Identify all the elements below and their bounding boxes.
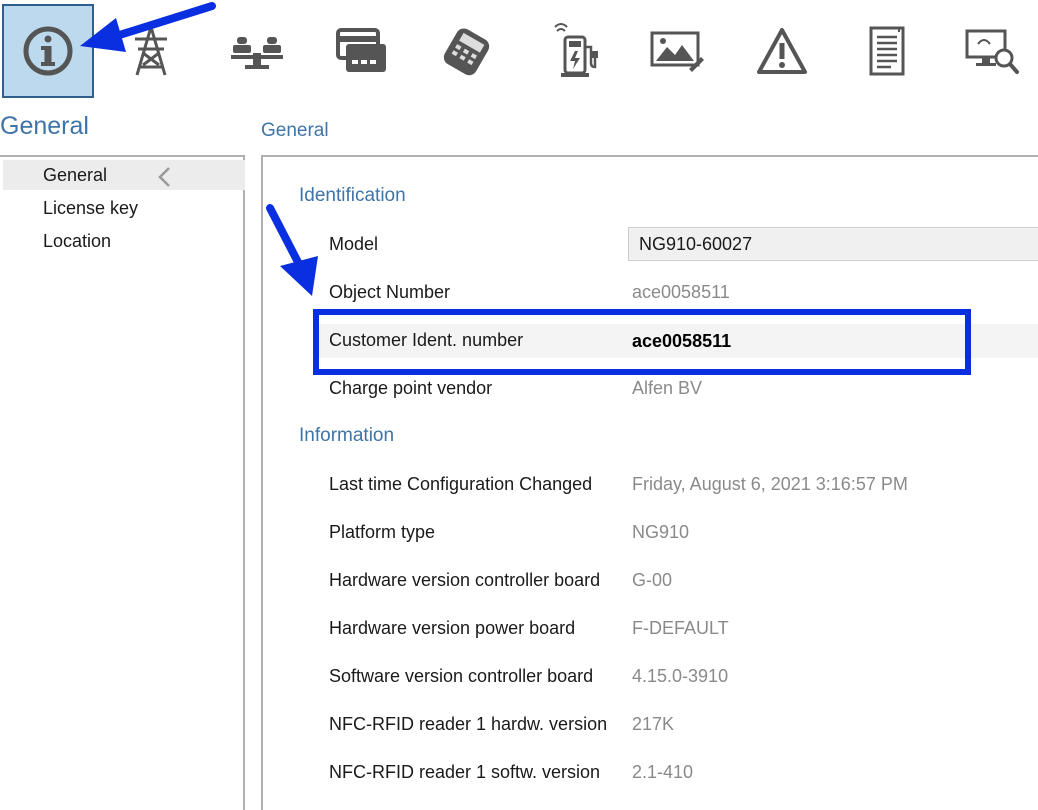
info-icon [23, 26, 73, 76]
model-field[interactable]: NG910-60027 [628, 227, 1038, 261]
annotation-highlight-box [313, 309, 971, 375]
sidebar-item-label: Location [43, 231, 112, 251]
section-title: General [0, 112, 89, 140]
toolbar-button-load-balancing[interactable] [211, 4, 303, 98]
chevron-left-icon [158, 167, 170, 187]
object-number-label: Object Number [329, 282, 451, 302]
image-edit-icon [650, 31, 704, 72]
model-label: Model [329, 234, 379, 254]
information-heading: Information [299, 425, 395, 446]
info-value: 2.1-410 [632, 762, 694, 782]
document-icon [869, 26, 905, 76]
toolbar-button-log[interactable] [841, 4, 933, 98]
toolbar-button-alerts[interactable] [736, 4, 828, 98]
sidebar-item-location[interactable]: Location [3, 226, 245, 256]
page-title: General [261, 120, 329, 141]
info-label: Hardware version controller board [329, 570, 601, 590]
info-label: NFC-RFID reader 1 softw. version [329, 762, 601, 782]
vendor-label: Charge point vendor [329, 378, 493, 398]
info-label: Platform type [329, 522, 436, 542]
sidebar-item-general[interactable]: General [3, 160, 245, 190]
toolbar-button-display[interactable] [631, 4, 723, 98]
toolbar-button-charging-station[interactable] [531, 4, 623, 98]
sidebar-item-label: General [43, 165, 108, 185]
sidebar-item-license-key[interactable]: License key [3, 193, 245, 223]
toolbar-button-payment[interactable] [316, 4, 408, 98]
info-label: Hardware version power board [329, 618, 576, 638]
payment-card-icon [336, 28, 386, 72]
sidebar-item-label: License key [43, 198, 139, 218]
vendor-value: Alfen BV [632, 378, 703, 398]
balance-scale-icon [231, 37, 283, 69]
monitor-search-icon [965, 29, 1019, 74]
annotation-arrow-icon [80, 2, 216, 52]
info-label: NFC-RFID reader 1 hardw. version [329, 714, 608, 734]
card-terminal-icon [443, 28, 490, 76]
info-value: 217K [632, 714, 675, 734]
info-value: NG910 [632, 522, 690, 542]
annotation-arrow-icon [266, 204, 318, 296]
info-label: Software version controller board [329, 666, 594, 686]
info-value: 4.15.0-3910 [632, 666, 729, 686]
warning-icon [757, 28, 807, 74]
toolbar-button-diagnostics[interactable] [946, 4, 1038, 98]
toolbar-button-card-terminal[interactable] [421, 4, 513, 98]
info-value: G-00 [632, 570, 673, 590]
model-value: NG910-60027 [639, 234, 753, 254]
charging-station-icon [554, 23, 598, 77]
object-number-value: ace0058511 [632, 282, 730, 302]
info-value: F-DEFAULT [632, 618, 729, 638]
info-label: Last time Configuration Changed [329, 474, 593, 494]
info-value: Friday, August 6, 2021 3:16:57 PM [632, 474, 908, 494]
